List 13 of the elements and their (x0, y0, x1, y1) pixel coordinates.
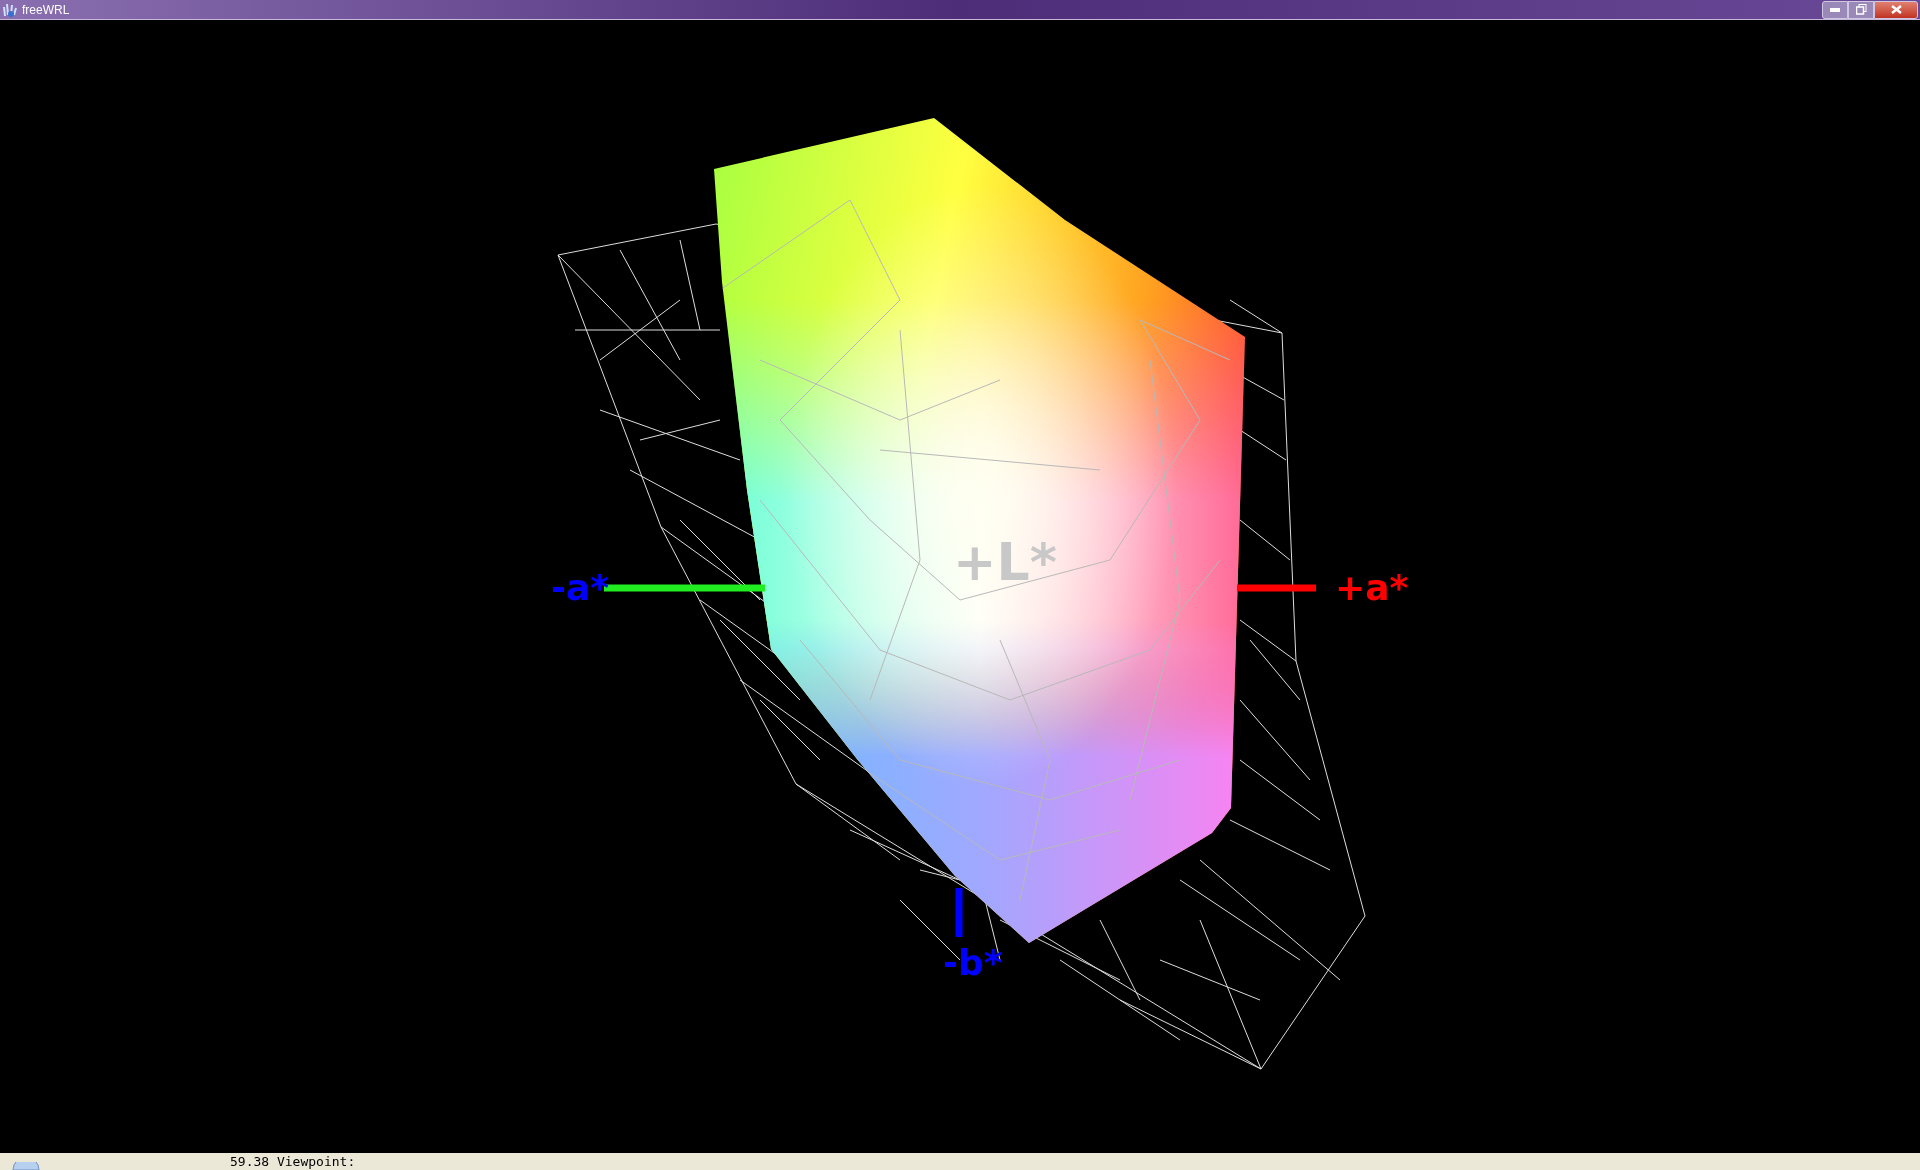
globe-icon (12, 1162, 40, 1170)
axis-label: +a* (1335, 567, 1409, 608)
minimize-button[interactable] (1822, 0, 1848, 19)
axis-label: -a* (551, 567, 610, 608)
close-button[interactable] (1874, 0, 1918, 19)
restore-icon (1855, 4, 1867, 15)
app-icon (2, 1, 18, 18)
window-title: freeWRL (22, 1, 70, 19)
close-icon (1890, 5, 1902, 14)
minimize-icon (1830, 7, 1840, 12)
axis-label: -b* (943, 942, 1003, 983)
status-text: 59.38 Viewpoint: (230, 1153, 356, 1170)
maximize-button[interactable] (1848, 0, 1874, 19)
